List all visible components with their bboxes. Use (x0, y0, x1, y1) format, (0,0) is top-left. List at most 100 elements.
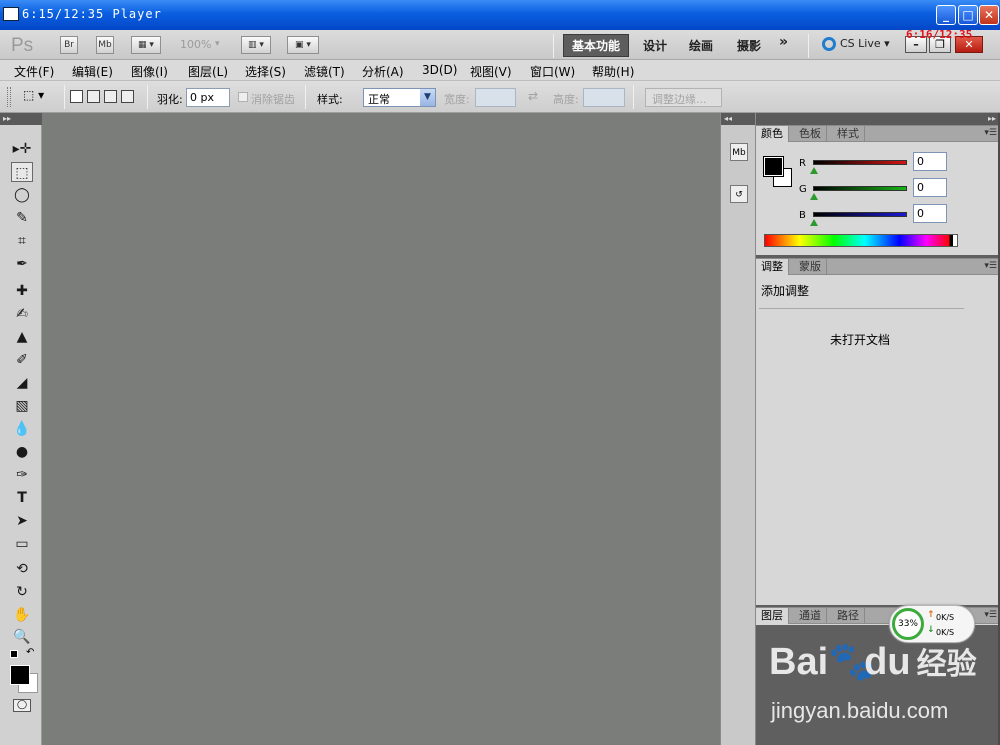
green-slider-thumb[interactable] (810, 193, 818, 200)
divider (64, 85, 65, 109)
refine-edge-button[interactable]: 调整边缘... (645, 88, 722, 107)
workspace-design[interactable]: 设计 (643, 37, 667, 54)
intersect-selection-icon[interactable] (121, 90, 134, 103)
menu-layer[interactable]: 图层(L) (188, 63, 228, 80)
eyedropper-tool-icon[interactable]: ✒ (11, 254, 33, 274)
view-extras-dropdown[interactable]: ▦ ▾ (131, 36, 161, 54)
pen-tool-icon[interactable]: ✑ (11, 465, 33, 485)
grip-handle[interactable] (7, 87, 11, 107)
collapse-panels-icon[interactable]: ▸▸ (756, 113, 1000, 125)
3d-rotate-tool-icon[interactable]: ⟲ (11, 559, 33, 579)
gradient-tool-icon[interactable]: ▧ (11, 396, 33, 416)
quick-select-tool-icon[interactable]: ✎ (11, 208, 33, 228)
hand-tool-icon[interactable]: ✋ (11, 605, 33, 625)
tab-channels[interactable]: 通道 (794, 608, 827, 624)
green-value-input[interactable]: 0 (913, 178, 947, 197)
dodge-tool-icon[interactable]: ● (11, 442, 33, 462)
blue-slider-thumb[interactable] (810, 219, 818, 226)
swap-dimensions-icon[interactable]: ⇄ (528, 89, 538, 103)
arrange-documents-dropdown[interactable]: ▥ ▾ (241, 36, 271, 54)
menu-3d[interactable]: 3D(D) (422, 63, 457, 77)
healing-brush-tool-icon[interactable]: ✚ (11, 281, 33, 301)
shape-tool-icon[interactable]: ▭ (11, 534, 33, 554)
tab-color[interactable]: 颜色 (756, 126, 789, 142)
menu-filter[interactable]: 滤镜(T) (304, 63, 345, 80)
collapse-icon[interactable]: ▸▸ (0, 113, 42, 125)
tool-preset-picker[interactable]: ⬚ ▾ (23, 88, 59, 107)
workspace-essentials[interactable]: 基本功能 (563, 34, 630, 57)
mini-bridge-button[interactable]: Mb (96, 36, 114, 54)
history-brush-tool-icon[interactable]: ✐ (11, 350, 33, 370)
crop-tool-icon[interactable]: ⌗ (11, 231, 33, 251)
brush-tool-icon[interactable]: ✍ (11, 304, 33, 324)
tab-masks[interactable]: 蒙版 (794, 259, 827, 275)
adjustments-panel-tabs: 调整 蒙版 ▾☰ (756, 259, 1000, 275)
blue-slider[interactable] (813, 212, 907, 217)
chevron-down-icon: ▼ (420, 89, 435, 106)
marquee-tool-icon[interactable]: ⬚ (11, 162, 33, 182)
tab-styles[interactable]: 样式 (832, 126, 865, 142)
zoom-tool-icon[interactable]: 🔍 (11, 627, 33, 647)
workspace-photography[interactable]: 摄影 (737, 37, 761, 54)
green-slider[interactable] (813, 186, 907, 191)
bridge-button[interactable]: Br (60, 36, 78, 54)
antialias-checkbox[interactable] (238, 92, 248, 102)
more-workspaces-button[interactable]: » (779, 34, 788, 50)
document-canvas-area[interactable] (42, 113, 720, 745)
blur-tool-icon[interactable]: 💧 (11, 419, 33, 439)
style-select[interactable]: 正常 ▼ (363, 88, 436, 107)
maximize-button[interactable]: □ (958, 5, 978, 25)
height-input[interactable] (583, 88, 625, 107)
panel-menu-icon[interactable]: ▾☰ (984, 610, 997, 620)
tab-swatches[interactable]: 色板 (794, 126, 827, 142)
blue-value-input[interactable]: 0 (913, 204, 947, 223)
tab-adjustments[interactable]: 调整 (756, 259, 789, 275)
mini-bridge-panel-icon[interactable]: Mb (730, 143, 748, 161)
menu-edit[interactable]: 编辑(E) (72, 63, 113, 80)
tab-paths[interactable]: 路径 (832, 608, 865, 624)
menu-help[interactable]: 帮助(H) (592, 63, 634, 80)
minimize-button[interactable]: _ (936, 5, 956, 25)
eraser-tool-icon[interactable]: ◢ (11, 373, 33, 393)
path-selection-tool-icon[interactable]: ➤ (11, 511, 33, 531)
baidu-watermark-logo: Bai🐾du 经验 (769, 639, 977, 684)
menu-view[interactable]: 视图(V) (470, 63, 512, 80)
subtract-selection-icon[interactable] (104, 90, 117, 103)
collapse-icon[interactable]: ◂◂ (721, 113, 755, 125)
tab-layers[interactable]: 图层 (756, 608, 789, 624)
3d-orbit-tool-icon[interactable]: ↻ (11, 582, 33, 602)
new-selection-icon[interactable] (70, 90, 83, 103)
feather-input[interactable]: 0 px (186, 88, 230, 107)
close-button[interactable]: ✕ (979, 5, 999, 25)
zoom-level[interactable]: 100% (180, 38, 211, 51)
menu-window[interactable]: 窗口(W) (530, 63, 575, 80)
menu-file[interactable]: 文件(F) (14, 63, 54, 80)
watermark-brand: Bai (769, 641, 829, 683)
history-panel-icon[interactable]: ↺ (730, 185, 748, 203)
add-to-selection-icon[interactable] (87, 90, 100, 103)
cs-live-button[interactable]: CS Live ▾ (822, 37, 890, 51)
quick-mask-icon[interactable]: ◯ (13, 699, 31, 712)
color-spectrum-bar[interactable] (764, 234, 958, 247)
type-tool-icon[interactable]: T (11, 488, 33, 508)
menu-analysis[interactable]: 分析(A) (362, 63, 404, 80)
panel-menu-icon[interactable]: ▾☰ (984, 128, 997, 138)
width-input[interactable] (475, 88, 516, 107)
move-tool-icon[interactable]: ▸✛ (11, 139, 33, 159)
network-speed-widget[interactable]: 33% ↑ 0K/S ↓ 0K/S (889, 605, 975, 643)
clone-stamp-tool-icon[interactable]: ▲ (11, 327, 33, 347)
red-slider-thumb[interactable] (810, 167, 818, 174)
lasso-tool-icon[interactable]: ◯ (11, 185, 33, 205)
menu-select[interactable]: 选择(S) (245, 63, 286, 80)
red-value-input[interactable]: 0 (913, 152, 947, 171)
red-slider[interactable] (813, 160, 907, 165)
panel-menu-icon[interactable]: ▾☰ (984, 261, 997, 271)
menu-image[interactable]: 图像(I) (131, 63, 168, 80)
swap-colors-icon[interactable]: ↶ (26, 647, 34, 658)
workspace-painting[interactable]: 绘画 (689, 37, 713, 54)
zoom-chevron-icon[interactable]: ▾ (215, 39, 220, 49)
screen-mode-dropdown[interactable]: ▣ ▾ (287, 36, 319, 54)
foreground-color-swatch[interactable] (763, 156, 784, 177)
default-colors-icon[interactable] (10, 650, 18, 658)
foreground-color-swatch[interactable] (10, 665, 30, 685)
